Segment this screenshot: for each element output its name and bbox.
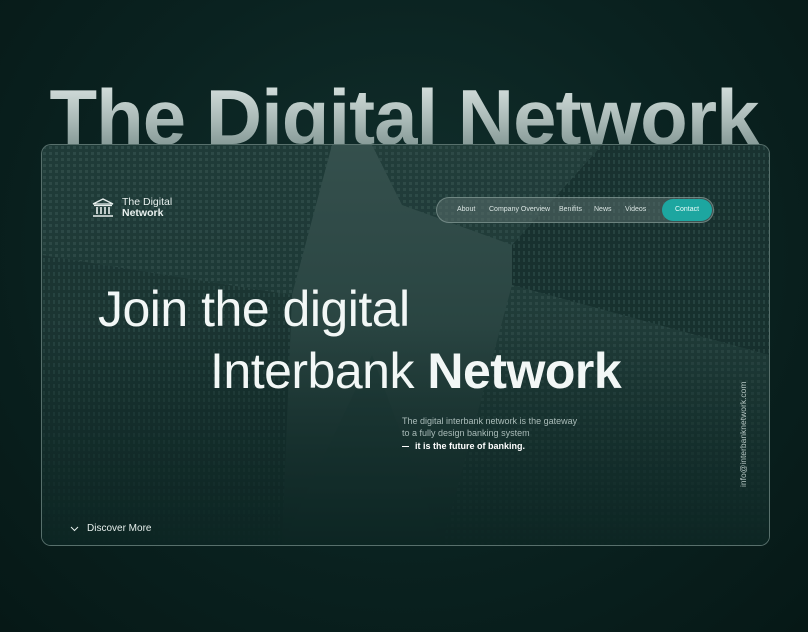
bank-building-icon: [92, 198, 114, 217]
description-line2: to a fully design banking system: [402, 428, 530, 438]
hero-card: The Digital Network About Company Overvi…: [41, 144, 770, 546]
nav-item-company-overview[interactable]: Company Overview: [489, 206, 550, 213]
brand-name: The Digital Network: [122, 197, 172, 219]
contact-email[interactable]: info@interbanknetwork.com: [738, 287, 750, 487]
hero-heading-regular: Interbank: [210, 343, 414, 399]
nav-item-videos[interactable]: Videos: [625, 206, 646, 213]
contact-button[interactable]: Contact: [662, 199, 712, 221]
hero-heading-line1: Join the digital: [98, 281, 410, 337]
dash-icon: [402, 446, 409, 448]
nav-item-about[interactable]: About: [457, 206, 475, 213]
chevron-down-icon: [70, 526, 79, 531]
nav-item-news[interactable]: News: [594, 206, 612, 213]
nav-item-benefits[interactable]: Benifits: [559, 206, 582, 213]
discover-more-label: Discover More: [87, 523, 152, 534]
discover-more-link[interactable]: Discover More: [70, 523, 151, 534]
description-tagline: it is the future of banking.: [402, 440, 577, 452]
hero-description: The digital interbank network is the gat…: [402, 415, 577, 452]
main-nav: About Company Overview Benifits News Vid…: [436, 197, 714, 223]
brand-name-line2: Network: [122, 207, 164, 219]
description-line1: The digital interbank network is the gat…: [402, 416, 578, 426]
description-line3: it is the future of banking.: [415, 441, 525, 451]
brand-logo[interactable]: The Digital Network: [92, 197, 172, 219]
hero-heading-line2: Interbank Network: [210, 343, 622, 399]
hero-heading-bold: Network: [427, 343, 622, 399]
